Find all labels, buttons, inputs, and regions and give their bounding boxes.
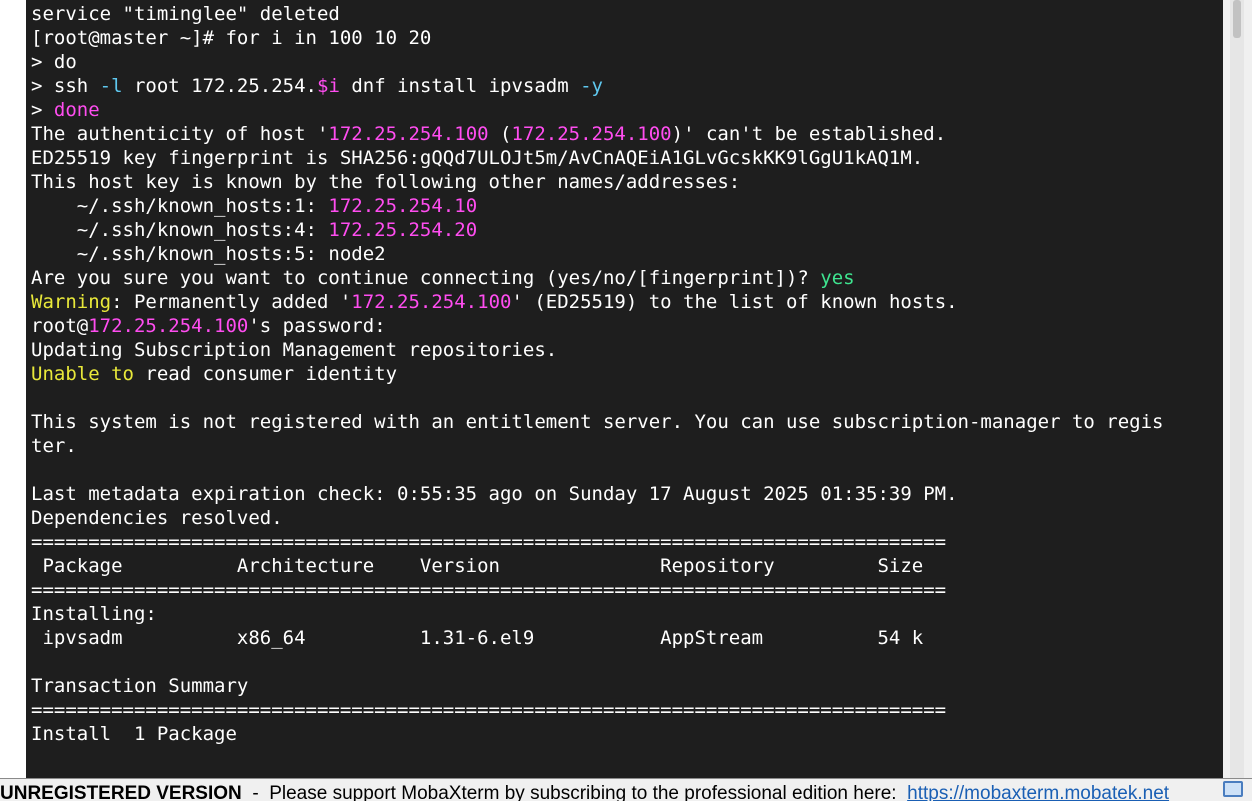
terminal-text: 172.25.254.100 (88, 315, 249, 337)
terminal-text: done (53, 99, 100, 121)
terminal-text: 's password: (248, 315, 386, 337)
terminal-line: ========================================… (31, 530, 946, 554)
terminal-line: Are you sure you want to continue connec… (31, 266, 855, 290)
terminal-text: 172.25.254.100 (328, 123, 489, 145)
terminal-line: Dependencies resolved. (31, 506, 283, 530)
status-message: UNREGISTERED VERSION - Please support Mo… (0, 782, 1220, 801)
terminal-text: Transaction Summary (31, 675, 249, 697)
terminal-text: 172.25.254.100 (511, 123, 672, 145)
terminal-line: ========================================… (31, 698, 946, 722)
terminal-text: Dependencies resolved. (31, 507, 283, 529)
terminal-text: ' (ED25519) to the list of known hosts. (511, 291, 958, 313)
terminal-text: ipvsadm x86_64 1.31-6.el9 AppStream 54 k (31, 627, 924, 649)
terminal-line: service "timinglee" deleted (31, 2, 340, 26)
terminal-text: ~/.ssh/known_hosts:1: (31, 195, 329, 217)
terminal-line: This system is not registered with an en… (31, 410, 1163, 434)
mobaxterm-link[interactable]: https://mobaxterm.mobatek.net (907, 783, 1169, 801)
terminal-text: > ssh (31, 75, 100, 97)
terminal-text: Last metadata expiration check: 0:55:35 … (31, 483, 958, 505)
terminal-text: Unable to (31, 363, 134, 385)
terminal-line: ipvsadm x86_64 1.31-6.el9 AppStream 54 k (31, 626, 923, 650)
terminal-line: Installing: (31, 602, 157, 626)
terminal-text: ========================================… (31, 579, 947, 601)
terminal-text: Are you sure you want to continue connec… (31, 267, 821, 289)
terminal-text: 172.25.254.10 (328, 195, 478, 217)
terminal-text: )' can't be established. (671, 123, 947, 145)
terminal-line: Last metadata expiration check: 0:55:35 … (31, 482, 958, 506)
scrollbar-thumb[interactable] (1233, 0, 1241, 38)
terminal-text: dnf install ipvsadm (339, 75, 581, 97)
terminal-text: ~/.ssh/known_hosts:5: node2 (31, 243, 386, 265)
terminal-text: Warning (31, 291, 112, 313)
terminal-line: ~/.ssh/known_hosts:5: node2 (31, 242, 386, 266)
terminal-text: Install 1 Package (31, 723, 237, 745)
terminal-text: ED25519 key fingerprint is SHA256:gQQd7U… (31, 147, 924, 169)
terminal-text: Package Architecture Version Repository … (31, 555, 924, 577)
terminal-line: ter. (31, 434, 77, 458)
terminal-text: [root@master ~]# for i in 100 10 20 (31, 27, 432, 49)
status-bar: UNREGISTERED VERSION - Please support Mo… (0, 778, 1252, 801)
terminal-line: ~/.ssh/known_hosts:4: 172.25.254.20 (31, 218, 477, 242)
terminal-text: yes (820, 267, 855, 289)
terminal-line: ~/.ssh/known_hosts:1: 172.25.254.10 (31, 194, 477, 218)
terminal-line: > do (31, 50, 77, 74)
terminal-text: 172.25.254.20 (328, 219, 478, 241)
terminal-text: ter. (31, 435, 77, 457)
terminal-text: Installing: (31, 603, 157, 625)
terminal-text: root@ (31, 315, 89, 337)
terminal-text: $i (317, 75, 340, 97)
terminal-line: root@172.25.254.100's password: (31, 314, 386, 338)
terminal-line: > done (31, 98, 100, 122)
terminal-text: : Permanently added ' (111, 291, 352, 313)
terminal-text: > do (31, 51, 77, 73)
terminal-text: ========================================… (31, 531, 947, 553)
terminal-text: read consumer identity (133, 363, 398, 385)
terminal-text: This system is not registered with an en… (31, 411, 1164, 433)
terminal-output[interactable]: service "timinglee" deleted [root@master … (26, 0, 1223, 778)
terminal-text: root 172.25.254. (122, 75, 317, 97)
support-message: Please support MobaXterm by subscribing … (269, 783, 908, 801)
terminal-line: Unable to read consumer identity (31, 362, 397, 386)
terminal-line: Warning: Permanently added '172.25.254.1… (31, 290, 958, 314)
terminal-text: -l (99, 75, 123, 97)
left-margin (0, 0, 26, 778)
terminal-line: [root@master ~]# for i in 100 10 20 (31, 26, 431, 50)
terminal-line: > ssh -l root 172.25.254.$i dnf install … (31, 74, 603, 98)
terminal-line: The authenticity of host '172.25.254.100… (31, 122, 946, 146)
terminal-line: This host key is known by the following … (31, 170, 740, 194)
terminal-text: > (31, 99, 54, 121)
terminal-line: Updating Subscription Management reposit… (31, 338, 557, 362)
terminal-line: Transaction Summary (31, 674, 248, 698)
status-separator: - (241, 783, 270, 801)
terminal-text: ========================================… (31, 699, 947, 721)
terminal-line: ED25519 key fingerprint is SHA256:gQQd7U… (31, 146, 923, 170)
terminal-text: -y (580, 75, 603, 97)
vertical-scrollbar[interactable] (1223, 0, 1252, 778)
terminal-text: ( (488, 123, 512, 145)
terminal-line: Install 1 Package (31, 722, 237, 746)
terminal-line: Package Architecture Version Repository … (31, 554, 923, 578)
terminal-text: service "timinglee" deleted (31, 3, 340, 25)
terminal-text: Updating Subscription Management reposit… (31, 339, 558, 361)
terminal-text: The authenticity of host ' (31, 123, 329, 145)
unregistered-label: UNREGISTERED VERSION (0, 783, 242, 801)
scrollbar-track[interactable] (1230, 0, 1244, 778)
terminal-line: ========================================… (31, 578, 946, 602)
chat-bubble-icon[interactable] (1223, 781, 1243, 797)
terminal-text: This host key is known by the following … (31, 171, 741, 193)
terminal-text: 172.25.254.100 (351, 291, 512, 313)
terminal-text: ~/.ssh/known_hosts:4: (31, 219, 329, 241)
